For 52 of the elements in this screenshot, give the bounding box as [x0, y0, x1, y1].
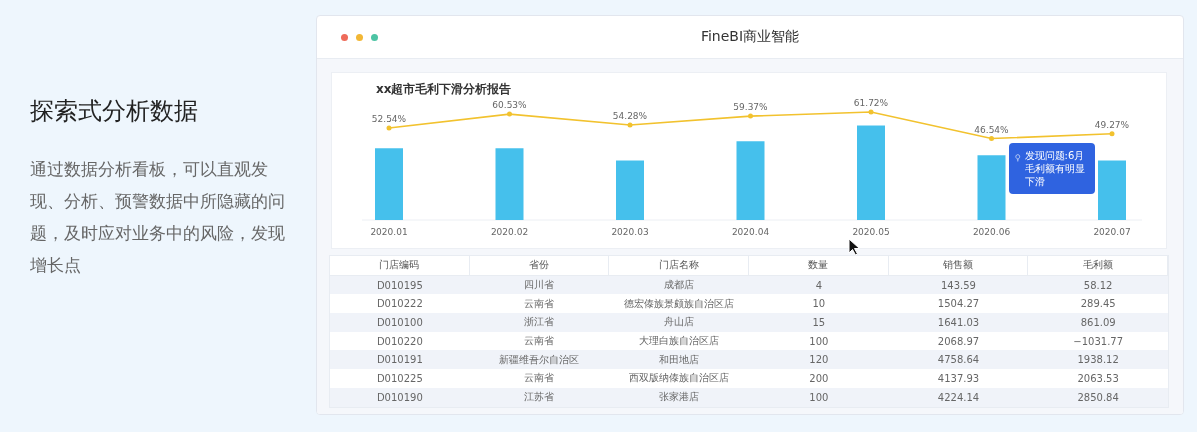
line-point: [507, 111, 512, 117]
line-point: [386, 125, 392, 131]
table-cell: D010100: [330, 313, 470, 332]
column-header: 省份: [469, 256, 610, 276]
table-cell: 1938.12: [1028, 350, 1168, 370]
table-cell: 15: [749, 313, 889, 332]
table-cell: 4758.64: [888, 350, 1029, 370]
axis-label: 2020.06: [972, 227, 1011, 237]
tooltip-text: 发现问题:6月毛利额有明显下滑: [1024, 149, 1086, 188]
bar: [977, 155, 1006, 220]
chart-title: xx超市毛利下滑分析报告: [376, 82, 512, 96]
minimize-dot[interactable]: [356, 33, 363, 41]
column-header: 门店名称: [609, 256, 749, 276]
description: 通过数据分析看板，可以直观发现、分析、预警数据中所隐藏的问题，及时应对业务中的风险，发现增长点: [30, 158, 285, 277]
column-header: 门店编码: [330, 256, 470, 276]
column-header: 销售额: [888, 256, 1029, 276]
axis-label: 2020.04: [731, 227, 770, 237]
value-label: 60.53%: [492, 100, 527, 111]
bar: [616, 160, 644, 220]
axis-label: 2020.05: [852, 227, 890, 237]
axis-label: 2020.02: [490, 227, 529, 237]
section-heading: 探索式分析数据: [30, 96, 199, 127]
maximize-dot[interactable]: [371, 33, 378, 41]
bar: [1098, 160, 1126, 220]
value-label: 52.54%: [371, 114, 407, 125]
line-point: [868, 109, 874, 115]
value-label: 54.28%: [612, 111, 648, 121]
axis-label: 2020.03: [611, 227, 649, 237]
table-cell: 120: [749, 350, 889, 370]
value-label: 46.54%: [974, 124, 1009, 135]
table-cell: 舟山店: [609, 313, 749, 332]
table-cell: 861.09: [1028, 313, 1168, 332]
close-dot[interactable]: [341, 33, 348, 41]
window-title: FineBI商业智能: [700, 28, 800, 46]
column-header: 毛利额: [1028, 256, 1168, 276]
bar: [375, 148, 403, 220]
axis-label: 2020.01: [370, 227, 408, 237]
value-label: 59.37%: [733, 102, 768, 113]
line-point: [627, 122, 633, 128]
value-label: 61.72%: [853, 98, 889, 108]
table-cell: 新疆维吾尔自治区: [469, 350, 610, 370]
line-point: [989, 136, 994, 142]
line-point: [1109, 131, 1115, 137]
table-cell: D010191: [330, 350, 470, 370]
column-header: 数量: [749, 256, 889, 276]
value-label: 49.27%: [1094, 119, 1130, 130]
bar: [495, 148, 524, 220]
table-cell: 和田地店: [609, 350, 749, 370]
line-point: [748, 113, 753, 119]
axis-label: 2020.07: [1093, 227, 1131, 237]
table-cell: 浙江省: [469, 313, 610, 332]
table-cell: 1641.03: [888, 313, 1029, 332]
